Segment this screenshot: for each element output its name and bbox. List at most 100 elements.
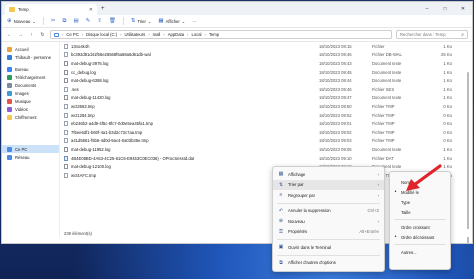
context-menu-item[interactable]: ⧉ Afficher d'autres d'options (273, 258, 384, 269)
file-size: 0 Ko (443, 121, 452, 127)
file-date: 18/10/2023 08:52 (319, 112, 352, 118)
breadcrumb-item[interactable]: Utilisateurs (125, 32, 146, 37)
nav-item-label: Téléchargement (15, 74, 46, 80)
breadcrumb-item[interactable]: mall (153, 32, 161, 37)
table-row[interactable]: cc_debug.log 18/10/2023 08:45 Document tex… (64, 68, 472, 77)
file-type: Document texte (372, 60, 402, 66)
breadcrumb[interactable]: › Ce PC › Disque local (C:) › Utilisateu… (50, 30, 392, 39)
sort-option[interactable]: Autres... (390, 247, 450, 257)
table-row[interactable]: mat-debug-11952.log 18/10/2023 09:05 Docum… (64, 145, 472, 154)
sort-icon: ⇅ (130, 18, 136, 24)
text-file-icon (64, 69, 68, 75)
more-button[interactable]: ··· (192, 19, 196, 24)
nav-item-videos[interactable]: Vidéos (2, 105, 59, 113)
table-row[interactable]: wct1284.tmp 18/10/2023 08:52 Fichier TMP 0 … (64, 111, 472, 120)
rename-icon: ✎ (85, 18, 91, 24)
nav-item-this-pc[interactable]: Ce PC (2, 145, 59, 153)
menu-separator (394, 219, 446, 220)
close-tab-icon[interactable]: ✕ (89, 7, 93, 13)
table-row[interactable]: mat-debug-11420.log 18/10/2023 08:47 Docum… (64, 94, 472, 103)
nav-item-documents[interactable]: Documents (2, 81, 59, 89)
file-date: 18/10/2023 08:45 (319, 52, 352, 58)
context-menu-item[interactable]: ▦ Affichage › (273, 169, 384, 180)
new-tab-button[interactable]: + (101, 6, 105, 12)
file-type: Fichier TMP (372, 129, 395, 135)
table-row[interactable]: mat-debug-3976.log 18/10/2023 08:43 Docume… (64, 59, 472, 68)
context-menu-item[interactable]: ⇅ Trier par › (273, 179, 384, 190)
vertical-scrollbar[interactable] (467, 72, 469, 243)
context-menu-item[interactable]: ≡ Regrouper par › (273, 190, 384, 201)
table-row[interactable]: a41d5561-f5b6-4d0d-9ac4-0a03b35e.tmp 18/1… (64, 137, 472, 146)
nav-item-downloads[interactable]: Téléchargement (2, 73, 59, 81)
delete-button[interactable]: 🗑 (109, 18, 116, 24)
file-size: 1 Ko (443, 43, 452, 49)
file-name: mat-debug-3976.log (71, 60, 109, 66)
paste-button[interactable]: ▤ (73, 18, 78, 24)
table-row[interactable]: mat-debug-6388.log 18/10/2023 08:44 Docume… (64, 76, 472, 85)
sort-option[interactable]: Taille (390, 207, 450, 217)
context-menu-item[interactable]: ⚿ Propriétés Alt+Entrée (273, 227, 384, 238)
nav-item-desktop[interactable]: Bureau (2, 65, 59, 73)
breadcrumb-item[interactable]: Temp (209, 32, 219, 37)
nav-item-music[interactable]: Musique (2, 97, 59, 105)
sort-button[interactable]: ⇅ Trier ⌄ (131, 18, 152, 24)
sort-option[interactable]: Type (390, 197, 450, 207)
table-row[interactable]: 7f6ee6df1-b60f-4a1-b3d2c73c7aa.tmp 18/10/… (64, 128, 472, 137)
sort-option-label: Taille (401, 209, 411, 215)
folder-icon (9, 7, 15, 12)
file-size: 1 Ko (443, 78, 452, 84)
context-menu-item[interactable]: ▣ Ouvrir dans le Terminal (273, 242, 384, 253)
view-button[interactable]: ▦ Afficher ⌄ (158, 18, 185, 24)
file-date: 18/10/2023 08:47 (319, 95, 352, 101)
selected-bullet-icon: • (394, 234, 397, 240)
back-arrow-icon[interactable]: ← (6, 32, 13, 38)
file-size: 1 Ko (443, 146, 452, 152)
table-row[interactable]: 4B4E08BD-4A63-4C25-61C6-E9453C0EC036} - … (64, 154, 472, 163)
table-row[interactable]: wct3563.tmp 18/10/2023 08:50 Fichier TMP 0 … (64, 102, 472, 111)
file-date: 18/10/2023 08:45 (319, 69, 352, 75)
nav-item-encryption[interactable]: Chiffrement (2, 113, 59, 121)
file-name-cell: 7f6ee6df1-b60f-4a1-b3d2c73c7aa.tmp (64, 129, 319, 135)
sort-option-label: Ordre croissant (401, 224, 430, 230)
scissors-icon: ✂ (50, 18, 56, 24)
breadcrumb-item[interactable]: Ce PC (66, 32, 78, 37)
sort-option[interactable]: Ordre croissant (390, 222, 450, 232)
context-menu-item[interactable]: ⊕ Nouveau › (273, 216, 384, 227)
up-arrow-icon[interactable]: ↑ (28, 32, 35, 38)
sort-option[interactable]: • Ordre décroissant (390, 232, 450, 242)
computer-icon (7, 146, 12, 152)
nav-item-onedrive[interactable]: Thibault - personne (2, 53, 59, 61)
annotation-arrow (406, 164, 442, 191)
breadcrumb-item[interactable]: Local (191, 32, 201, 37)
nav-item-network[interactable]: Réseau (2, 153, 59, 161)
table-row[interactable]: .ses 18/10/2023 08:46 Fichier SES 1 Ko (64, 85, 472, 94)
breadcrumb-item[interactable]: AppData (168, 32, 184, 37)
context-menu-label: Annuler la suppression (288, 208, 331, 214)
table-row[interactable]: bc392d81d41f56e25568f6a68a5d61db-wal 18/1… (64, 51, 472, 60)
cut-button[interactable]: ✂ (51, 18, 56, 24)
new-button[interactable]: ⊕ Nouveau ⌄ (7, 18, 36, 24)
file-type: Fichier SES (372, 86, 395, 92)
tab-temp[interactable]: Temp ✕ (5, 4, 97, 15)
minimize-button[interactable]: – (418, 2, 436, 15)
table-row[interactable]: 13no4k4h 18/10/2023 08:15 Fichier 1 Ko (64, 42, 472, 51)
forward-arrow-icon[interactable]: → (17, 32, 24, 38)
file-icon (64, 52, 68, 58)
search-input[interactable]: Rechercher dans : Temp ⌕ (396, 30, 468, 39)
nav-item-home[interactable]: Accueil (2, 45, 59, 53)
menu-separator (277, 254, 380, 256)
breadcrumb-item[interactable]: Disque local (C:) (86, 32, 117, 37)
file-name-cell: 13no4k4h (64, 43, 319, 49)
share-button[interactable]: ⇪ (97, 18, 102, 24)
keyboard-shortcut: Alt+Entrée (359, 229, 379, 235)
rename-button[interactable]: ✎ (86, 18, 91, 24)
nav-item-pictures[interactable]: Images (2, 89, 59, 97)
copy-button[interactable]: ⧉ (63, 18, 67, 25)
context-menu-item[interactable]: ↶ Annuler la suppression Ctrl+Z (273, 206, 384, 217)
maximize-button[interactable]: □ (436, 2, 454, 15)
table-row[interactable]: eb246b2-a4d9-4f5c-8fc7-0d0e5ea45fa1.tmp 1… (64, 119, 472, 128)
plus-circle-icon: ⊕ (7, 18, 12, 24)
refresh-icon[interactable]: ↻ (39, 32, 46, 38)
cloud-icon (7, 54, 12, 60)
close-window-button[interactable]: ✕ (454, 2, 472, 15)
